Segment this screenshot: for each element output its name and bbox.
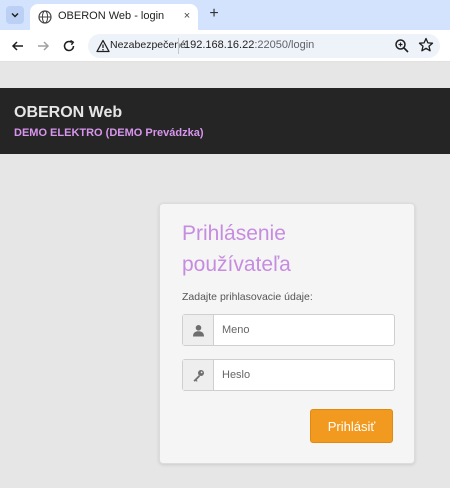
login-button[interactable]: Prihlásiť (310, 409, 393, 443)
tab-search-button[interactable] (6, 6, 24, 24)
app-title: OBERON Web (14, 104, 123, 121)
username-field[interactable] (182, 314, 395, 346)
close-tab-icon[interactable]: × (180, 9, 194, 23)
chevron-down-icon (11, 12, 19, 18)
password-addon (183, 360, 214, 390)
company-subtitle: DEMO ELEKTRO (DEMO Prevádzka) (14, 127, 204, 139)
reload-button[interactable] (60, 37, 78, 55)
password-field[interactable] (182, 359, 395, 391)
app-header: OBERON Web DEMO ELEKTRO (DEMO Prevádzka) (0, 88, 450, 154)
reload-icon (63, 39, 75, 52)
username-input[interactable] (222, 315, 392, 345)
tab-title: OBERON Web - login (58, 10, 165, 22)
zoom-icon[interactable] (394, 38, 410, 54)
key-icon (193, 369, 204, 382)
browser-tabbar: OBERON Web - login × + (0, 0, 450, 30)
new-tab-button[interactable]: + (205, 5, 223, 23)
login-card: Prihlásenie používateľa Zadajte prihlaso… (159, 203, 415, 464)
address-bar[interactable]: Nezabezpečené 192.168.16.22:22050/login (88, 34, 440, 58)
back-button[interactable] (9, 37, 27, 55)
password-input[interactable] (222, 360, 392, 390)
arrow-left-icon (11, 41, 23, 51)
url-text[interactable]: 192.168.16.22:22050/login (184, 39, 314, 51)
url-host: 192.168.16.22 (184, 39, 255, 51)
warning-triangle-icon (96, 39, 110, 53)
forward-button[interactable] (34, 37, 52, 55)
globe-icon (38, 10, 52, 24)
login-hint: Zadajte prihlasovacie údaje: (182, 291, 313, 303)
login-title: Prihlásenie používateľa (182, 222, 291, 276)
browser-tab[interactable]: OBERON Web - login × (30, 4, 198, 30)
url-path: :22050/login (254, 39, 315, 51)
star-icon[interactable] (418, 37, 434, 53)
browser-toolbar: Nezabezpečené 192.168.16.22:22050/login (0, 30, 450, 62)
security-label[interactable]: Nezabezpečené (110, 39, 186, 51)
address-divider (178, 38, 179, 54)
arrow-right-icon (38, 41, 50, 51)
user-icon (192, 324, 204, 336)
username-addon (183, 315, 214, 345)
